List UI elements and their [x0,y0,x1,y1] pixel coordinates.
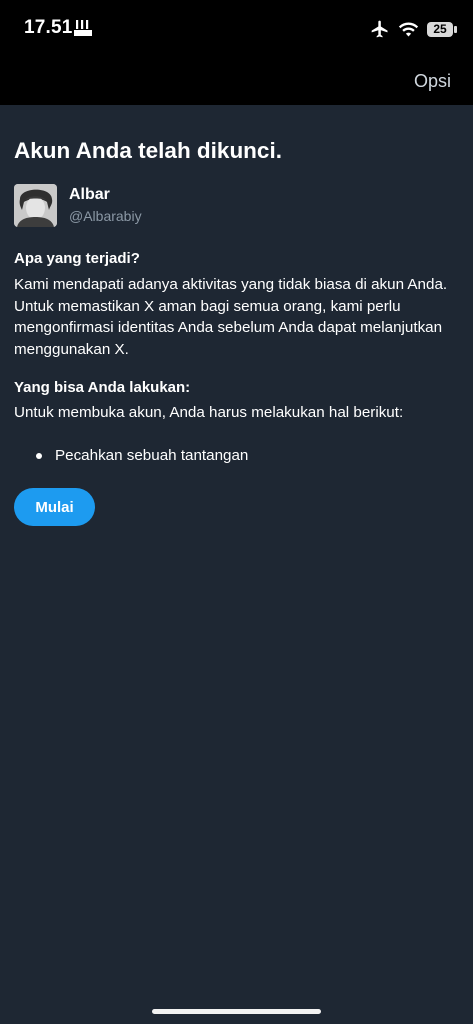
what-happened-text: Kami mendapati adanya aktivitas yang tid… [14,276,448,358]
home-indicator[interactable] [152,1009,321,1014]
status-icons: 25 [370,18,457,40]
what-you-can-do-text: Untuk membuka akun, Anda harus melakukan… [14,404,404,421]
list-bullet [36,453,42,459]
page-title: Akun Anda telah dikunci. [14,138,282,163]
signal-bars-icon [74,20,92,36]
user-name: Albar [69,186,110,203]
top-bar: 17.51 25 Opsi [0,0,473,105]
status-time: 17.51 [24,17,73,38]
avatar [14,184,57,227]
airplane-icon [371,20,388,38]
options-button[interactable]: Opsi [414,71,451,92]
start-button[interactable]: Mulai [14,488,95,526]
what-happened-heading: Apa yang terjadi? [14,250,140,267]
battery-icon: 25 [427,21,457,37]
list-item: Pecahkan sebuah tantangan [55,447,249,464]
what-you-can-do-heading: Yang bisa Anda lakukan: [14,379,191,396]
wifi-icon [398,22,419,37]
user-handle: @Albarabiy [69,208,142,224]
